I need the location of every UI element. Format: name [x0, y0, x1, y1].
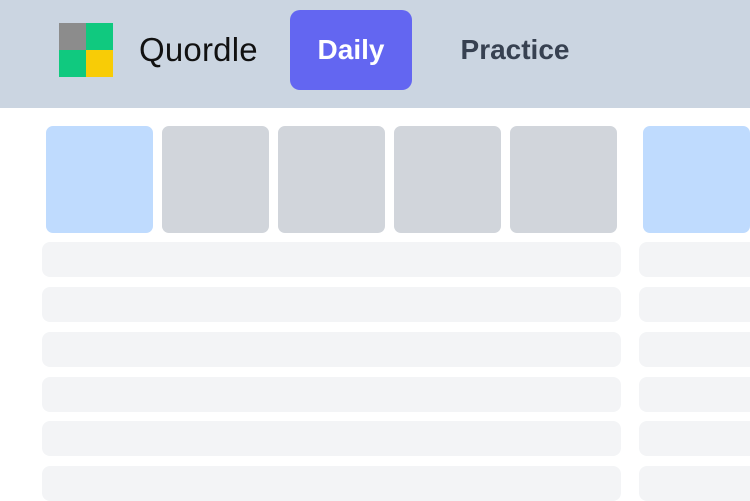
tile-1-active[interactable] [46, 126, 153, 233]
empty-row [639, 242, 750, 277]
empty-row [42, 287, 621, 322]
empty-row [639, 466, 750, 501]
tile-5 [510, 126, 617, 233]
app-header: Quordle Daily Practice [0, 0, 750, 108]
tile-3 [278, 126, 385, 233]
empty-row [639, 287, 750, 322]
empty-row [42, 242, 621, 277]
empty-row [42, 377, 621, 412]
tab-practice[interactable]: Practice [437, 10, 593, 90]
logo-square-green [86, 23, 113, 50]
empty-row [639, 421, 750, 456]
empty-row [42, 332, 621, 367]
tile-4 [394, 126, 501, 233]
empty-row [42, 466, 621, 501]
logo-square-yellow [86, 50, 113, 77]
empty-row [639, 332, 750, 367]
tile-1-active[interactable] [643, 126, 750, 233]
logo-square-gray [59, 23, 86, 50]
tab-daily[interactable]: Daily [290, 10, 412, 90]
empty-row [42, 421, 621, 456]
tile-2 [162, 126, 269, 233]
empty-row [639, 377, 750, 412]
quordle-logo-icon[interactable] [59, 23, 113, 77]
logo-square-green [59, 50, 86, 77]
app-title: Quordle [139, 31, 258, 68]
